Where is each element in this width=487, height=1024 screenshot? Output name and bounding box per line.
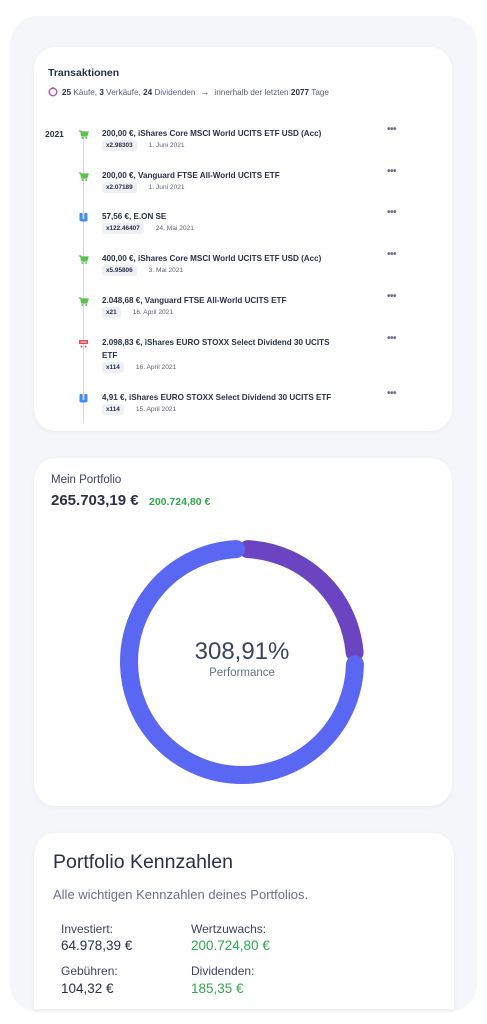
transaction-date: 16. April 2021 xyxy=(132,309,173,316)
transaction-meta: x21 16. April 2021 xyxy=(102,307,173,318)
arrow-right-icon: → xyxy=(200,87,210,97)
transaction-meta: x114 15. April 2021 xyxy=(102,404,176,415)
transactions-title: Transaktionen xyxy=(48,67,120,79)
period-prefix: innerhalb der letzten xyxy=(214,87,291,97)
dividend-coins-icon xyxy=(78,210,89,222)
wertzuwachs-value: 200.724,80 € xyxy=(191,938,270,953)
transaction-text: 2.048,68 €, Vanguard FTSE All-World UCIT… xyxy=(102,296,287,305)
transaction-text: 57,56 €, E.ON SE xyxy=(102,212,167,221)
quantity-badge: x2.98303 xyxy=(102,140,137,151)
portfolio-card: Mein Portfolio 265.703,19 € 200.724,80 €… xyxy=(34,458,452,806)
year-label: 2021 xyxy=(45,129,64,139)
ring-icon xyxy=(48,87,58,97)
quantity-badge: x114 xyxy=(102,404,124,415)
transaction-text: 200,00 €, Vanguard FTSE All-World UCITS … xyxy=(102,171,280,180)
cart-icon xyxy=(78,294,89,306)
dividends-label: Dividenden xyxy=(152,87,196,97)
transaction-text: 2.098,83 €, iShares EURO STOXX Select Di… xyxy=(102,338,330,360)
quantity-badge: x122.46407 xyxy=(102,223,144,234)
cart-icon xyxy=(78,252,89,264)
more-options-icon[interactable]: ••• xyxy=(387,166,397,177)
transaction-text: 200,00 €, iShares Core MSCI World UCITS … xyxy=(102,129,322,138)
transaction-meta: x2.07189 1. Juni 2021 xyxy=(102,182,185,193)
period-suffix: Tage xyxy=(309,87,329,97)
more-options-icon[interactable]: ••• xyxy=(387,333,397,344)
transaction-meta: x122.46407 24. Mai 2021 xyxy=(102,223,194,234)
transactions-summary: 25 Käufe, 3 Verkäufe, 24 Dividenden → in… xyxy=(48,87,329,97)
transaction-date: 1. Juni 2021 xyxy=(148,142,185,149)
transaction-text: 400,00 €, iShares Core MSCI World UCITS … xyxy=(102,254,322,263)
quantity-badge: x5.95806 xyxy=(102,265,137,276)
quantity-badge: x21 xyxy=(102,307,121,318)
sells-label: Verkäufe, xyxy=(103,87,144,97)
transaction-date: 24. Mai 2021 xyxy=(155,225,194,232)
portfolio-gain: 200.724,80 € xyxy=(149,496,211,508)
performance-value: 308,91% xyxy=(194,638,290,665)
transaction-text: 4,91 €, iShares EURO STOXX Select Divide… xyxy=(102,393,332,402)
investiert-value: 64.978,39 € xyxy=(61,938,133,953)
dividenden-label: Dividenden: xyxy=(191,964,255,978)
more-options-icon[interactable]: ••• xyxy=(387,249,397,260)
transactions-card: Transaktionen 25 Käufe, 3 Verkäufe, 24 D… xyxy=(34,47,452,431)
period-days: 2077 xyxy=(290,87,310,97)
cart-icon xyxy=(78,127,89,139)
buys-label: Käufe, xyxy=(71,87,100,97)
gebuehren-value: 104,32 € xyxy=(61,981,114,996)
dividenden-value: 185,35 € xyxy=(191,981,244,996)
more-options-icon[interactable]: ••• xyxy=(387,124,397,135)
quantity-badge: x2.07189 xyxy=(102,182,137,193)
portfolio-value: 265.703,19 € xyxy=(51,492,139,509)
kennzahlen-subtitle: Alle wichtigen Kennzahlen deines Portfol… xyxy=(53,887,309,902)
wertzuwachs-label: Wertzuwachs: xyxy=(191,922,267,936)
more-options-icon[interactable]: ••• xyxy=(387,207,397,218)
kennzahlen-card: Portfolio Kennzahlen Alle wichtigen Kenn… xyxy=(34,833,454,1009)
cart-remove-icon xyxy=(78,336,89,348)
transaction-meta: x5.95806 3. Mai 2021 xyxy=(102,265,183,276)
performance-label: Performance xyxy=(209,667,275,679)
portfolio-label: Mein Portfolio xyxy=(51,474,122,486)
cart-icon xyxy=(78,169,89,181)
dividend-coins-icon xyxy=(78,391,89,403)
gebuehren-label: Gebühren: xyxy=(61,964,118,978)
transaction-date: 3. Mai 2021 xyxy=(148,267,184,274)
transaction-meta: x2.98303 1. Juni 2021 xyxy=(102,140,185,151)
buys-count: 25 xyxy=(62,87,72,97)
investiert-label: Investiert: xyxy=(61,922,114,936)
kennzahlen-title: Portfolio Kennzahlen xyxy=(53,851,233,873)
more-options-icon[interactable]: ••• xyxy=(387,291,397,302)
transaction-meta: x114 16. April 2021 xyxy=(102,362,176,373)
transaction-date: 15. April 2021 xyxy=(135,406,177,413)
dividends-count: 24 xyxy=(143,87,153,97)
transaction-date: 16. April 2021 xyxy=(135,364,177,371)
transaction-date: 1. Juni 2021 xyxy=(148,184,185,191)
more-options-icon[interactable]: ••• xyxy=(387,388,397,399)
quantity-badge: x114 xyxy=(102,362,124,373)
